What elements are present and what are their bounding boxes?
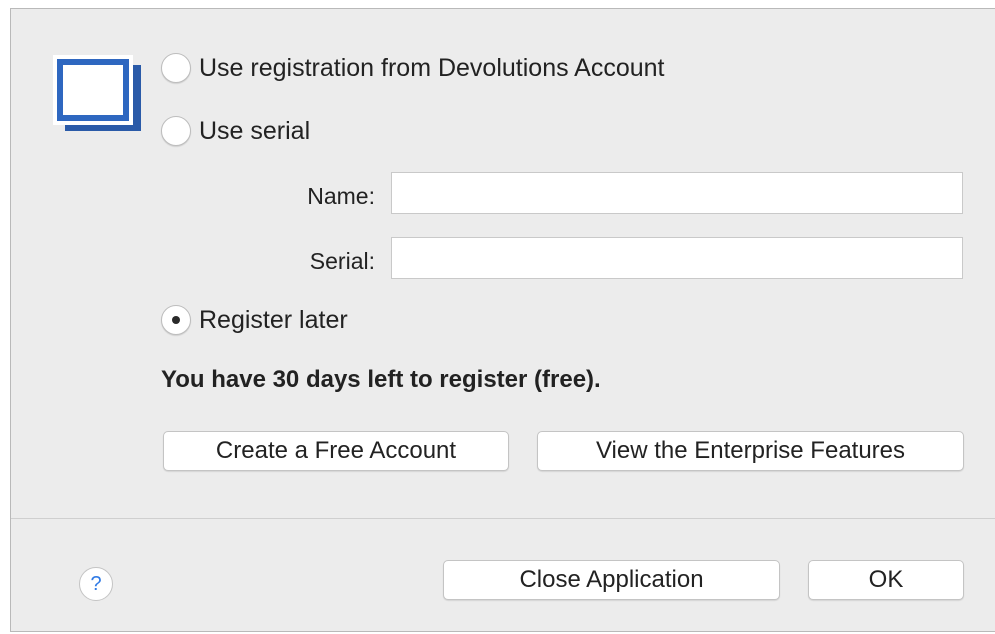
- create-free-account-button[interactable]: Create a Free Account: [163, 431, 509, 471]
- serial-field[interactable]: [391, 237, 963, 279]
- window-icon: [53, 55, 141, 131]
- radio-use-serial[interactable]: [161, 116, 191, 146]
- help-glyph: ?: [90, 572, 102, 595]
- serial-label: Serial:: [309, 248, 375, 274]
- option-devolutions-account-label: Use registration from Devolutions Accoun…: [199, 53, 665, 82]
- days-left-notice: You have 30 days left to register (free)…: [161, 366, 601, 393]
- option-use-serial[interactable]: Use serial: [161, 116, 310, 146]
- radio-devolutions-account[interactable]: [161, 53, 191, 83]
- option-register-later[interactable]: Register later: [161, 305, 348, 335]
- divider: [11, 518, 995, 519]
- option-devolutions-account[interactable]: Use registration from Devolutions Accoun…: [161, 53, 665, 83]
- close-application-button[interactable]: Close Application: [443, 560, 780, 600]
- registration-dialog: Use registration from Devolutions Accoun…: [10, 8, 995, 632]
- name-label: Name:: [307, 183, 375, 209]
- view-enterprise-features-button[interactable]: View the Enterprise Features: [537, 431, 964, 471]
- name-field[interactable]: [391, 172, 963, 214]
- option-use-serial-label: Use serial: [199, 116, 311, 145]
- option-register-later-label: Register later: [199, 305, 348, 334]
- help-question-icon[interactable]: ?: [79, 567, 113, 601]
- radio-register-later[interactable]: [161, 305, 191, 335]
- ok-button[interactable]: OK: [808, 560, 964, 600]
